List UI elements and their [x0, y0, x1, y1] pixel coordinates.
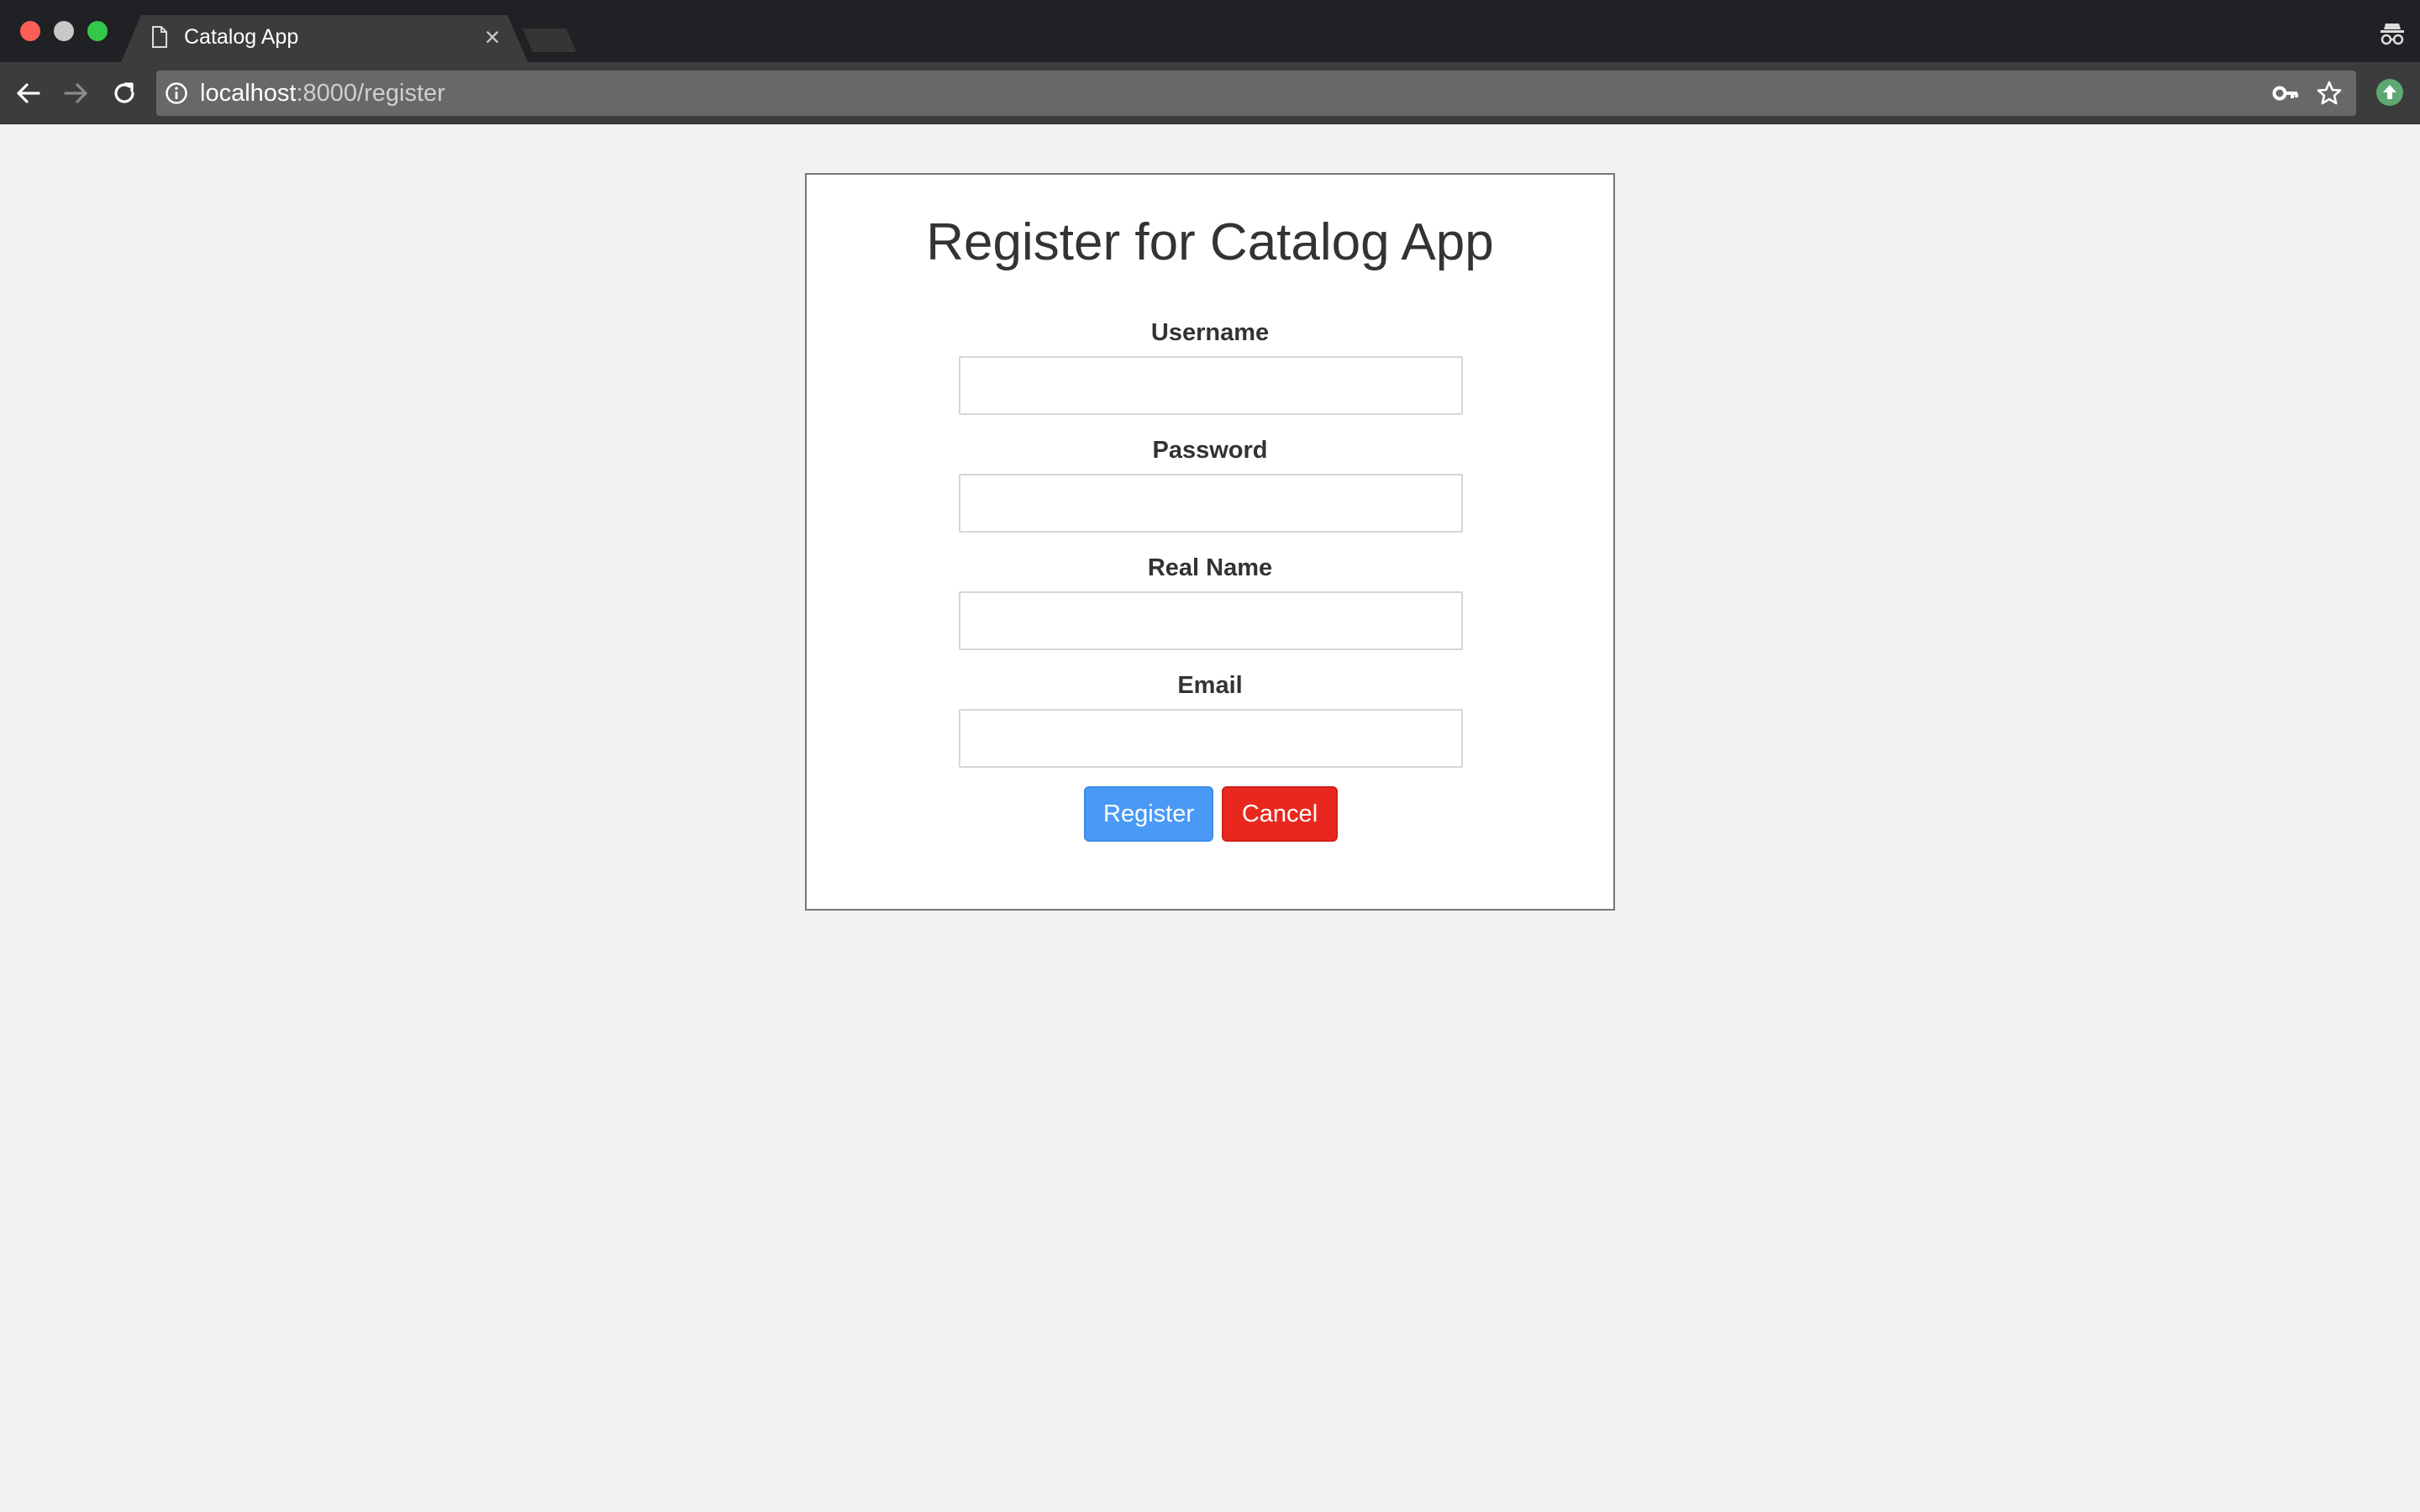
- browser-titlebar: Catalog App ×: [0, 0, 2420, 62]
- new-tab-button[interactable]: [523, 29, 576, 52]
- browser-tab[interactable]: [121, 15, 528, 62]
- browser-toolbar: localhost:8000/register: [0, 62, 2420, 124]
- password-label: Password: [1152, 437, 1268, 464]
- minimize-window-button[interactable]: [54, 21, 74, 41]
- tab-title: Catalog App: [184, 25, 299, 49]
- incognito-icon: [2381, 24, 2404, 45]
- page-title: Register for Catalog App: [926, 213, 1494, 271]
- maximize-window-button[interactable]: [87, 21, 108, 41]
- close-window-button[interactable]: [20, 21, 40, 41]
- register-card: Register for Catalog App Username Passwo…: [805, 173, 1615, 911]
- star-icon[interactable]: [2316, 80, 2343, 107]
- address-bar[interactable]: localhost:8000/register: [156, 71, 2356, 116]
- info-icon[interactable]: [165, 81, 188, 105]
- username-input[interactable]: [959, 356, 1463, 415]
- url-text[interactable]: localhost:8000/register: [200, 79, 445, 108]
- extension-icon[interactable]: [2375, 77, 2405, 108]
- document-icon: [152, 26, 167, 48]
- forward-arrow-icon[interactable]: [60, 78, 91, 108]
- back-arrow-icon[interactable]: [13, 78, 44, 108]
- register-button[interactable]: Register: [1084, 786, 1213, 842]
- username-label: Username: [1150, 319, 1270, 346]
- real-name-input[interactable]: [959, 591, 1463, 650]
- email-label: Email: [1177, 672, 1243, 699]
- reload-icon[interactable]: [109, 78, 139, 108]
- tab-close-icon[interactable]: ×: [479, 24, 506, 50]
- email-input[interactable]: [959, 709, 1463, 768]
- url-host: localhost: [200, 80, 297, 107]
- cancel-button[interactable]: Cancel: [1222, 786, 1338, 842]
- url-path: :8000/register: [296, 80, 445, 107]
- password-input[interactable]: [959, 474, 1463, 533]
- real-name-label: Real Name: [1147, 554, 1273, 581]
- key-icon[interactable]: [2272, 81, 2299, 105]
